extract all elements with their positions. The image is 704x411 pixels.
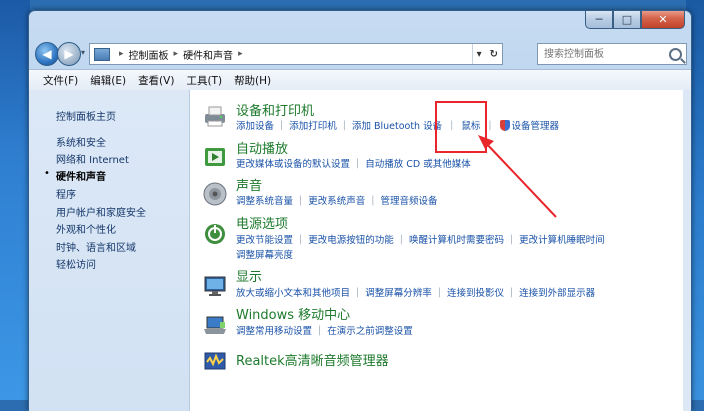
- sidebar-item-appearance[interactable]: 外观和个性化: [56, 221, 116, 236]
- sidebar-item-clock-region[interactable]: 时钟、语言和区域: [56, 239, 136, 254]
- task-link[interactable]: 添加设备: [236, 118, 274, 132]
- task-link[interactable]: 更改计算机睡眠时间: [519, 232, 605, 246]
- mobility-center-icon: [204, 316, 226, 334]
- task-link[interactable]: 连接到外部显示器: [519, 285, 595, 299]
- search-box: [537, 43, 687, 65]
- search-icon[interactable]: [669, 47, 682, 61]
- category-title[interactable]: 设备和打印机: [236, 100, 314, 119]
- task-link[interactable]: 放大或缩小文本和其他项目: [236, 285, 350, 299]
- task-link[interactable]: 调整屏幕亮度: [236, 247, 293, 261]
- forward-button[interactable]: ▶: [57, 42, 81, 66]
- maximize-button[interactable]: □: [613, 11, 641, 29]
- task-list: 更改媒体或设备的默认设置 | 自动播放 CD 或其他媒体: [236, 156, 471, 171]
- task-link[interactable]: 调整屏幕分辨率: [365, 285, 432, 299]
- breadcrumb-separator-icon[interactable]: ▸: [238, 49, 243, 59]
- category-title[interactable]: 自动播放: [236, 138, 288, 157]
- task-link[interactable]: 唤醒计算机时需要密码: [409, 232, 504, 246]
- task-link[interactable]: 调整系统音量: [236, 193, 293, 207]
- menu-bar: 文件(F) 编辑(E) 查看(V) 工具(T) 帮助(H): [29, 69, 691, 91]
- recent-pages-dropdown[interactable]: ▾: [81, 48, 85, 57]
- refresh-icon[interactable]: ↻: [486, 49, 502, 60]
- sidebar-item-ease-of-access[interactable]: 轻松访问: [56, 256, 96, 271]
- control-panel-icon: [94, 47, 110, 61]
- address-dropdown-icon[interactable]: ▾: [473, 49, 486, 60]
- task-list: 放大或缩小文本和其他项目 | 调整屏幕分辨率 | 连接到投影仪 | 连接到外部显示器: [236, 285, 596, 300]
- task-link[interactable]: 更改节能设置: [236, 232, 293, 246]
- task-link[interactable]: 添加 Bluetooth 设备: [352, 118, 442, 132]
- menu-tools[interactable]: 工具(T): [180, 73, 228, 88]
- breadcrumb-control-panel[interactable]: 控制面板: [129, 47, 169, 62]
- desktop-background-left: [0, 0, 30, 400]
- task-list: 更改节能设置 | 更改电源按钮的功能 | 唤醒计算机时需要密码 | 更改计算机睡眠时间: [236, 232, 605, 247]
- menu-help[interactable]: 帮助(H): [228, 73, 277, 88]
- task-list: 添加设备 | 添加打印机 | 添加 Bluetooth 设备 | 鼠标 | 设备管理器: [236, 118, 560, 132]
- category-title[interactable]: Realtek高清晰音频管理器: [236, 350, 389, 369]
- task-link[interactable]: 自动播放 CD 或其他媒体: [365, 156, 471, 170]
- sidebar-item-user-accounts[interactable]: 用户帐户和家庭安全: [56, 204, 146, 219]
- menu-edit[interactable]: 编辑(E): [84, 73, 132, 88]
- task-link[interactable]: 管理音频设备: [380, 193, 437, 207]
- mouse-link-highlight-box: [435, 101, 487, 153]
- task-link[interactable]: 更改电源按钮的功能: [308, 232, 394, 246]
- right-panel-edge: [683, 90, 691, 411]
- task-link[interactable]: 更改媒体或设备的默认设置: [236, 156, 350, 170]
- task-link[interactable]: 设备管理器: [512, 118, 560, 132]
- task-list: 调整系统音量 | 更改系统声音 | 管理音频设备: [236, 193, 438, 208]
- realtek-icon: [204, 352, 226, 370]
- category-title[interactable]: 显示: [236, 266, 262, 285]
- speaker-icon: [203, 182, 227, 206]
- power-icon: [205, 224, 225, 244]
- address-bar[interactable]: ▸ 控制面板 ▸ 硬件和声音 ▸ ▾ ↻: [89, 43, 503, 65]
- sidebar-item-hardware-sound: 硬件和声音: [56, 172, 106, 183]
- task-link[interactable]: 添加打印机: [289, 118, 337, 132]
- task-link[interactable]: 在演示之前调整设置: [327, 323, 413, 337]
- breadcrumb-separator-icon[interactable]: ▸: [119, 49, 124, 59]
- breadcrumb-separator-icon[interactable]: ▸: [174, 49, 179, 59]
- address-row: ◀ ▶ ▾ ▸ 控制面板 ▸ 硬件和声音 ▸ ▾ ↻: [35, 40, 687, 66]
- category-title[interactable]: Windows 移动中心: [236, 304, 350, 323]
- close-button[interactable]: ✕: [641, 11, 685, 29]
- task-list: 调整屏幕亮度: [236, 247, 293, 261]
- task-link[interactable]: 调整常用移动设置: [236, 323, 312, 337]
- search-input[interactable]: [542, 47, 666, 61]
- window-controls: ─ □ ✕: [585, 11, 685, 29]
- minimize-button[interactable]: ─: [585, 11, 613, 29]
- sidebar-item-system-security[interactable]: 系统和安全: [56, 134, 106, 149]
- breadcrumb-hardware-sound[interactable]: 硬件和声音: [183, 47, 233, 62]
- back-button[interactable]: ◀: [35, 42, 59, 66]
- sidebar-item-programs[interactable]: 程序: [56, 186, 76, 201]
- sidebar-home[interactable]: 控制面板主页: [56, 108, 116, 123]
- address-actions: ▾ ↻: [471, 44, 502, 64]
- printer-icon: [205, 106, 225, 127]
- active-bullet-icon: •: [44, 168, 50, 179]
- display-icon: [204, 276, 226, 296]
- category-title[interactable]: 电源选项: [236, 213, 288, 232]
- shield-icon: [499, 119, 510, 131]
- category-title[interactable]: 声音: [236, 175, 262, 194]
- control-panel-window: ─ □ ✕ ◀ ▶ ▾ ▸ 控制面板 ▸ 硬件和声音 ▸ ▾ ↻ 文件(F) 编…: [28, 10, 692, 411]
- menu-view[interactable]: 查看(V): [132, 73, 180, 88]
- task-link[interactable]: 更改系统声音: [308, 193, 365, 207]
- menu-file[interactable]: 文件(F): [37, 73, 84, 88]
- task-link[interactable]: 连接到投影仪: [447, 285, 504, 299]
- sidebar: 控制面板主页 系统和安全 网络和 Internet • 硬件和声音 程序 用户帐…: [29, 90, 190, 411]
- main-content: 设备和打印机 添加设备 | 添加打印机 | 添加 Bluetooth 设备 | 鼠标 |…: [190, 90, 691, 411]
- task-list: 调整常用移动设置 | 在演示之前调整设置: [236, 323, 413, 338]
- sidebar-item-network[interactable]: 网络和 Internet: [56, 151, 129, 166]
- autoplay-icon: [205, 148, 225, 166]
